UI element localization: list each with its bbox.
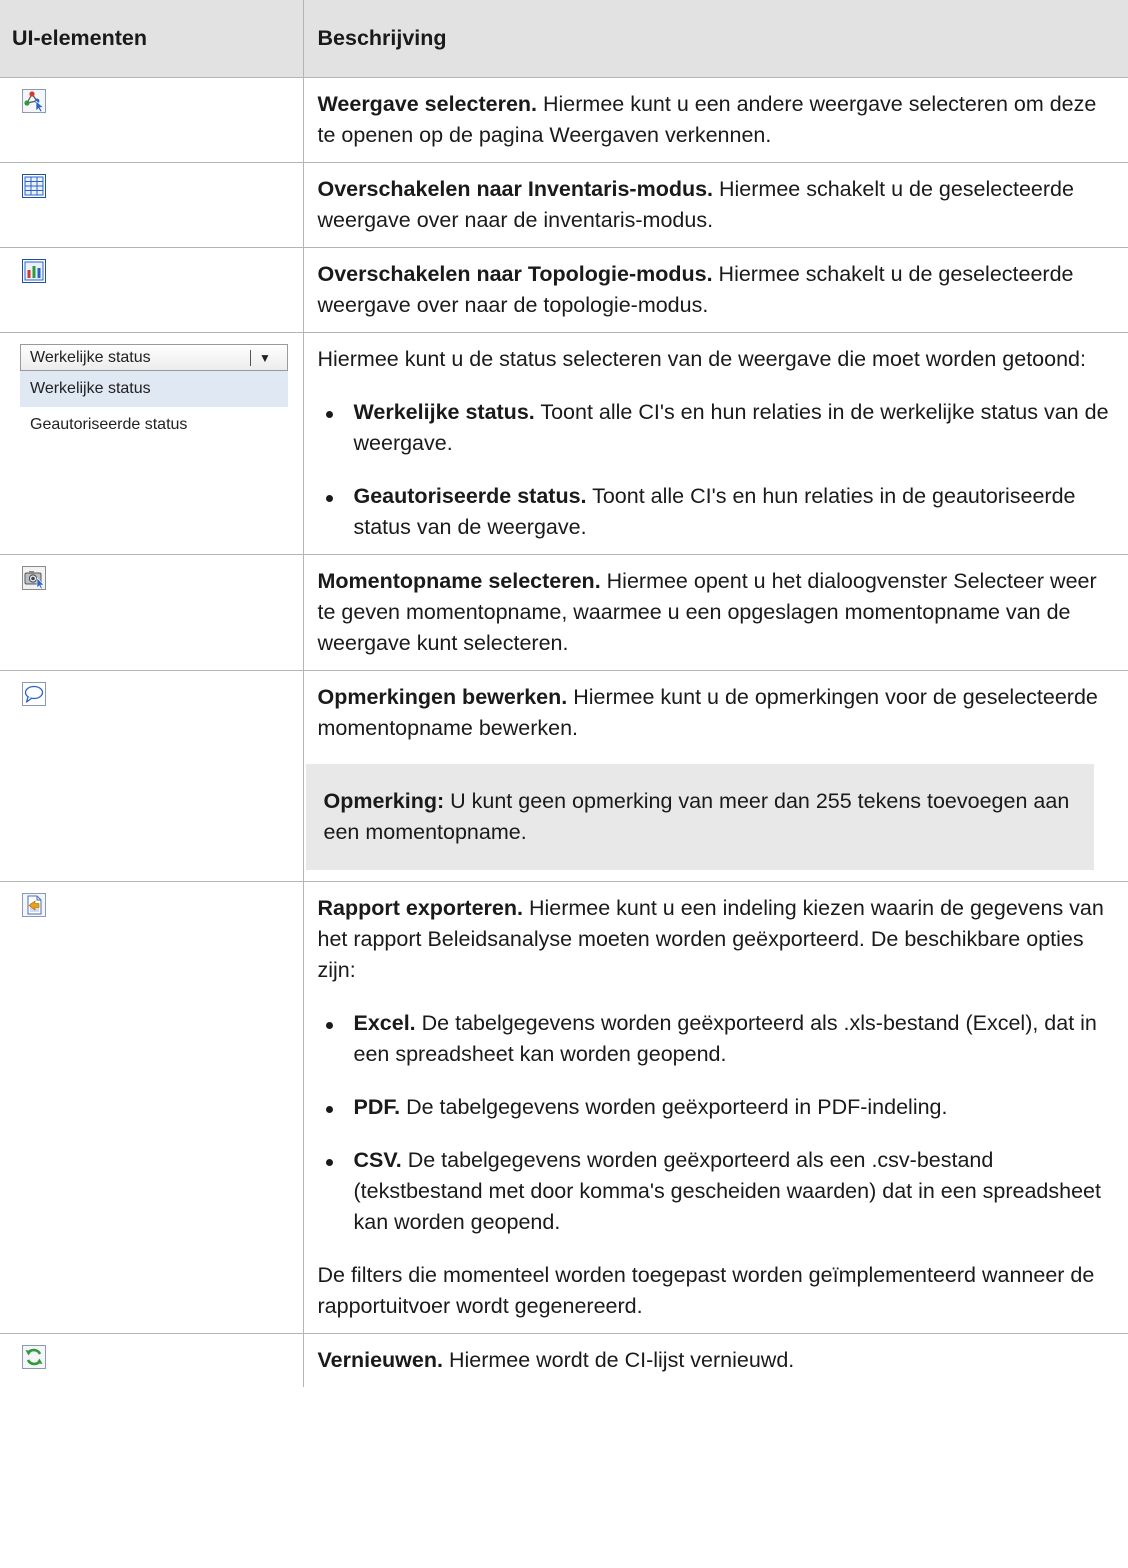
description-footer-text: De filters die momenteel worden toegepas… — [317, 1263, 1095, 1318]
list-item: Werkelijke status. Toont alle CI's en hu… — [318, 397, 1119, 459]
ui-elements-table: UI-elementen Beschrijving Weergave selec… — [0, 0, 1128, 1387]
list-item: CSV. De tabelgegevens worden geëxporteer… — [318, 1145, 1119, 1238]
item-title: PDF. — [353, 1095, 401, 1119]
table-row: Weergave selecteren. Hiermee kunt u een … — [0, 77, 1128, 163]
ui-element-cell: Werkelijke status ▼ Werkelijke status Ge… — [0, 332, 303, 555]
item-title: CSV. — [353, 1148, 402, 1172]
ui-element-cell — [0, 670, 303, 882]
status-option-actual[interactable]: Werkelijke status — [20, 371, 288, 407]
description-text: Overschakelen naar Topologie-modus. Hier… — [318, 259, 1119, 321]
table-row: Overschakelen naar Topologie-modus. Hier… — [0, 247, 1128, 333]
dropdown-separator — [250, 349, 251, 366]
description-text: Momentopname selecteren. Hiermee opent u… — [318, 566, 1119, 659]
item-text: De tabelgegevens worden geëxporteerd als… — [353, 1148, 1101, 1234]
export-report-icon[interactable] — [22, 893, 46, 917]
ui-element-cell — [0, 554, 303, 671]
description-cell: Opmerkingen bewerken. Hiermee kunt u de … — [302, 670, 1128, 882]
element-title: Vernieuwen. — [317, 1348, 443, 1372]
status-dropdown[interactable]: Werkelijke status ▼ Werkelijke status Ge… — [20, 344, 288, 443]
note-title: Opmerking: — [323, 789, 445, 813]
description-cell: Vernieuwen. Hiermee wordt de CI-lijst ve… — [302, 1333, 1128, 1387]
item-text: De tabelgegevens worden geëxporteerd in … — [400, 1095, 948, 1119]
description-text: Overschakelen naar Inventaris-modus. Hie… — [318, 174, 1119, 236]
element-title: Overschakelen naar Inventaris-modus. — [317, 177, 714, 201]
status-select[interactable]: Werkelijke status ▼ — [20, 344, 288, 371]
description-text: Vernieuwen. Hiermee wordt de CI-lijst ve… — [318, 1345, 1119, 1376]
inventory-mode-icon[interactable] — [22, 174, 46, 198]
refresh-icon[interactable] — [22, 1345, 46, 1369]
item-title: Werkelijke status. — [353, 400, 535, 424]
description-cell: Momentopname selecteren. Hiermee opent u… — [302, 554, 1128, 671]
ui-element-cell — [0, 881, 303, 1334]
table-row: Momentopname selecteren. Hiermee opent u… — [0, 554, 1128, 671]
list-item: Excel. De tabelgegevens worden geëxporte… — [318, 1008, 1119, 1070]
bullet-list: Excel. De tabelgegevens worden geëxporte… — [318, 1008, 1119, 1238]
select-view-icon[interactable] — [22, 89, 46, 113]
note-box: Opmerking: U kunt geen opmerking van mee… — [305, 764, 1094, 870]
element-title: Weergave selecteren. — [317, 92, 538, 116]
ui-element-cell — [0, 247, 303, 333]
table-row: Vernieuwen. Hiermee wordt de CI-lijst ve… — [0, 1333, 1128, 1388]
description-text: Hiermee kunt u de status selecteren van … — [317, 347, 1087, 371]
item-text: De tabelgegevens worden geëxporteerd als… — [353, 1011, 1097, 1066]
topology-mode-icon[interactable] — [22, 259, 46, 283]
status-option-authorized[interactable]: Geautoriseerde status — [20, 407, 288, 443]
dropdown-arrow-icon[interactable]: ▼ — [259, 348, 287, 368]
table-header-row: UI-elementen Beschrijving — [0, 0, 1128, 78]
description-cell: Rapport exporteren. Hiermee kunt u een i… — [302, 881, 1128, 1334]
element-title: Momentopname selecteren. — [317, 569, 601, 593]
description-text: Opmerkingen bewerken. Hiermee kunt u de … — [318, 682, 1119, 744]
table-row: Overschakelen naar Inventaris-modus. Hie… — [0, 162, 1128, 248]
status-select-value: Werkelijke status — [30, 348, 151, 366]
header-ui-elements: UI-elementen — [0, 0, 303, 78]
list-item: PDF. De tabelgegevens worden geëxporteer… — [318, 1092, 1119, 1123]
table-row: Rapport exporteren. Hiermee kunt u een i… — [0, 881, 1128, 1334]
table-row: Werkelijke status ▼ Werkelijke status Ge… — [0, 332, 1128, 555]
snapshot-select-icon[interactable] — [22, 566, 46, 590]
item-title: Geautoriseerde status. — [353, 484, 587, 508]
description-cell: Overschakelen naar Inventaris-modus. Hie… — [302, 162, 1128, 248]
description-cell: Hiermee kunt u de status selecteren van … — [302, 332, 1128, 555]
element-title: Rapport exporteren. — [317, 896, 523, 920]
element-text: Hiermee wordt de CI-lijst vernieuwd. — [442, 1348, 795, 1372]
item-title: Excel. — [353, 1011, 416, 1035]
table-row: Opmerkingen bewerken. Hiermee kunt u de … — [0, 670, 1128, 882]
description-cell: Weergave selecteren. Hiermee kunt u een … — [302, 77, 1128, 163]
ui-element-cell — [0, 1334, 303, 1388]
bullet-list: Werkelijke status. Toont alle CI's en hu… — [318, 397, 1119, 543]
header-description: Beschrijving — [302, 0, 1128, 78]
comment-bubble-icon[interactable] — [22, 682, 46, 706]
description-cell: Overschakelen naar Topologie-modus. Hier… — [302, 247, 1128, 333]
element-title: Opmerkingen bewerken. — [317, 685, 568, 709]
ui-element-cell — [0, 77, 303, 163]
description-text: Weergave selecteren. Hiermee kunt u een … — [318, 89, 1119, 151]
ui-element-cell — [0, 162, 303, 248]
element-title: Overschakelen naar Topologie-modus. — [317, 262, 713, 286]
list-item: Geautoriseerde status. Toont alle CI's e… — [318, 481, 1119, 543]
description-text: Rapport exporteren. Hiermee kunt u een i… — [318, 893, 1119, 986]
